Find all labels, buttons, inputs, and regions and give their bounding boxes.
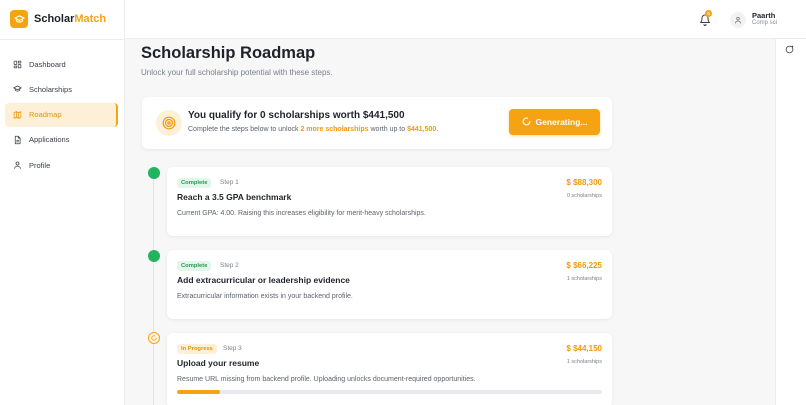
step-progress-bar [177, 390, 602, 394]
qualify-summary-card: You qualify for 0 scholarships worth $44… [142, 97, 612, 149]
generate-button[interactable]: Generating... [509, 109, 600, 135]
step-progress-dot [148, 332, 160, 344]
step-card-2[interactable]: Complete Step 2 Add extracurricular or l… [167, 250, 612, 319]
step-card-3[interactable]: In Progress Step 3 Upload your resume Re… [167, 333, 612, 405]
step-amount: $ $88,300 [566, 178, 602, 187]
map-icon [13, 110, 22, 119]
status-badge: Complete [177, 261, 212, 271]
more-scholarships-highlight: 2 more scholarships [300, 126, 369, 133]
step-scholarship-count: 1 scholarships [566, 276, 602, 282]
qualify-title: You qualify for 0 scholarships worth $44… [188, 110, 405, 121]
step-complete-dot [148, 250, 160, 262]
step-scholarship-count: 0 scholarships [566, 193, 602, 199]
step-complete-dot [148, 167, 160, 179]
step-description: Current GPA: 4.00. Raising this increase… [177, 210, 426, 217]
divider [0, 39, 125, 40]
step-progress-fill [177, 390, 220, 394]
page-title: Scholarship Roadmap [141, 44, 316, 62]
graduation-cap-icon [13, 85, 22, 94]
step-number: Step 3 [223, 345, 242, 352]
document-icon [13, 135, 22, 145]
sidebar-item-label: Applications [29, 135, 70, 145]
sidebar-item-label: Scholarships [29, 84, 72, 94]
chat-icon[interactable] [785, 41, 795, 54]
sidebar-item-label: Profile [29, 160, 51, 170]
user-subtitle: Comp sci [752, 20, 778, 26]
step-title: Reach a 3.5 GPA benchmark [177, 192, 292, 202]
sidebar-item-scholarships[interactable]: Scholarships [5, 77, 118, 101]
target-icon [156, 110, 182, 136]
step-title: Upload your resume [177, 358, 260, 368]
qualify-subtitle: Complete the steps below to unlock 2 mor… [188, 126, 439, 133]
timeline-line [153, 172, 154, 405]
step-number: Step 2 [220, 262, 239, 269]
step-card-1[interactable]: Complete Step 1 Reach a 3.5 GPA benchmar… [167, 167, 612, 236]
step-amount: $ $66,225 [566, 261, 602, 270]
generate-button-label: Generating... [535, 117, 588, 127]
brand-logo[interactable]: ScholarMatch [10, 9, 106, 29]
avatar[interactable] [730, 12, 746, 28]
top-bar: 0 Paarth Comp sci [125, 0, 806, 39]
sidebar-item-profile[interactable]: Profile [5, 153, 118, 177]
spinner-icon [522, 117, 531, 128]
amount-highlight: $441,500 [407, 126, 437, 133]
step-number: Step 1 [220, 179, 239, 186]
sidebar-item-dashboard[interactable]: Dashboard [5, 52, 118, 76]
sidebar-item-roadmap[interactable]: Roadmap [5, 102, 118, 127]
step-description: Resume URL missing from backend profile.… [177, 376, 476, 383]
status-badge: In Progress [177, 344, 217, 354]
user-icon [13, 161, 22, 170]
step-scholarship-count: 1 scholarships [566, 359, 602, 365]
step-description: Extracurricular information exists in yo… [177, 293, 353, 300]
notification-badge: 0 [705, 10, 712, 17]
sidebar-item-label: Roadmap [29, 110, 62, 120]
graduation-cap-icon [10, 10, 28, 28]
page-subtitle: Unlock your full scholarship potential w… [141, 68, 333, 77]
sidebar: ScholarMatch Dashboard Scholarships Road… [0, 0, 125, 405]
sidebar-item-label: Dashboard [29, 59, 66, 69]
step-amount: $ $44,150 [566, 344, 602, 353]
sidebar-item-applications[interactable]: Applications [5, 128, 118, 152]
dashboard-icon [13, 60, 22, 69]
user-name[interactable]: Paarth [752, 11, 775, 20]
right-panel [775, 39, 806, 405]
sidebar-nav: Dashboard Scholarships Roadmap Applicati… [5, 52, 118, 178]
brand-name: ScholarMatch [34, 13, 107, 25]
status-badge: Complete [177, 178, 212, 188]
notification-bell-icon[interactable]: 0 [699, 10, 712, 26]
step-title: Add extracurricular or leadership eviden… [177, 275, 350, 285]
